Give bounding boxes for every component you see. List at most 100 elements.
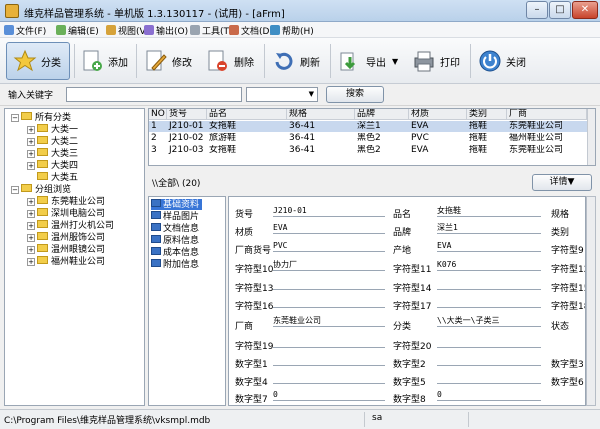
num4-field[interactable] — [273, 372, 385, 384]
name-field[interactable]: 女拖鞋 — [437, 205, 541, 217]
status-divider — [468, 412, 469, 427]
menu-tools[interactable]: 工具(T) — [190, 24, 233, 37]
field-select[interactable]: ▼ — [246, 87, 318, 102]
char17-field[interactable] — [437, 296, 541, 308]
expand-icon[interactable]: + — [27, 258, 35, 266]
grid-scrollbar[interactable] — [587, 109, 595, 165]
close-window-button[interactable]: ✕ — [572, 1, 598, 19]
expand-icon[interactable]: + — [27, 162, 35, 170]
form-scrollbar[interactable] — [586, 196, 596, 406]
search-button[interactable]: 搜索 — [326, 86, 384, 103]
detail-toggle-button[interactable]: 详情▼ — [532, 174, 592, 191]
tree-node-company[interactable]: + 东莞鞋业公司 — [27, 196, 105, 207]
char19-field[interactable] — [273, 336, 385, 348]
refresh-button[interactable]: 刷新 — [272, 42, 320, 80]
grid-header[interactable]: 品名 — [207, 109, 287, 120]
toolbar-separator — [264, 44, 265, 78]
add-button[interactable]: 添加 — [80, 42, 128, 80]
current-user: sa — [372, 413, 383, 423]
num8-field[interactable]: 0 — [437, 389, 541, 401]
toolbar-separator — [74, 44, 75, 78]
delete-button[interactable]: 删除 — [206, 42, 254, 80]
expand-icon[interactable]: + — [27, 138, 35, 146]
grid-header[interactable]: 类别 — [467, 109, 507, 120]
char16-field[interactable] — [273, 296, 385, 308]
status-divider — [364, 412, 365, 427]
output-menu-icon — [144, 25, 154, 35]
expand-icon[interactable]: + — [27, 198, 35, 206]
grid-header[interactable]: 厂商 — [507, 109, 587, 120]
tree-node-company[interactable]: + 温州打火机公司 — [27, 220, 114, 231]
tree-node-category[interactable]: + 大类二 — [27, 136, 78, 147]
brand-field[interactable]: 深兰1 — [437, 222, 541, 234]
num1-field[interactable] — [273, 354, 385, 366]
class-field[interactable]: \\大类一\子类三 — [437, 315, 541, 327]
tab-cost[interactable]: 成本信息 — [151, 247, 199, 258]
folder-icon — [21, 184, 32, 192]
tab-materials[interactable]: 原料信息 — [151, 235, 199, 246]
mfr-no-field[interactable]: PVC — [273, 240, 385, 252]
minimize-button[interactable]: – — [526, 1, 548, 19]
tree-node-group[interactable]: − 分组浏览 — [11, 184, 71, 195]
grid-header[interactable]: 货号 — [167, 109, 207, 120]
tab-icon — [151, 223, 161, 231]
print-button[interactable]: 打印 — [412, 42, 460, 80]
tab-images[interactable]: 样品图片 — [151, 211, 199, 222]
edit-menu-icon — [56, 25, 66, 35]
tree-node-category[interactable]: + 大类四 — [27, 160, 78, 171]
sample-grid: NO 货号 品名 规格 品牌 材质 类别 厂商 1 J210-01 女拖鞋 36… — [148, 108, 596, 166]
tree-node-company[interactable]: + 福州鞋业公司 — [27, 256, 105, 267]
menu-help[interactable]: 帮助(H) — [270, 24, 314, 37]
export-button[interactable]: 导出 ▼ — [338, 42, 398, 80]
origin-field[interactable]: EVA — [437, 240, 541, 252]
num7-field[interactable]: 0 — [273, 389, 385, 401]
close-button[interactable]: 关闭 — [478, 42, 526, 80]
collapse-icon[interactable]: − — [11, 114, 19, 122]
char14-field[interactable] — [437, 278, 541, 290]
grid-header[interactable]: 材质 — [409, 109, 467, 120]
folder-icon — [37, 220, 48, 228]
tree-node-company[interactable]: + 温州服饰公司 — [27, 232, 105, 243]
menu-edit[interactable]: 编辑(E) — [56, 24, 99, 37]
tree-node-company[interactable]: + 深圳电脑公司 — [27, 208, 105, 219]
item-no-field[interactable]: J210-01 — [273, 205, 385, 217]
export-dropdown-arrow[interactable]: ▼ — [392, 57, 398, 66]
folder-icon — [37, 244, 48, 252]
expand-icon[interactable]: + — [27, 126, 35, 134]
collapse-icon[interactable]: − — [11, 186, 19, 194]
char11-field[interactable]: K076 — [437, 259, 541, 271]
grid-header[interactable]: 规格 — [287, 109, 355, 120]
material-field[interactable]: EVA — [273, 222, 385, 234]
menu-file[interactable]: 文件(F) — [4, 24, 46, 37]
folder-icon — [37, 256, 48, 264]
vendor-field[interactable]: 东莞鞋业公司 — [273, 315, 385, 327]
tree-node-company[interactable]: + 温州眼镜公司 — [27, 244, 105, 255]
char20-field[interactable] — [437, 336, 541, 348]
char13-field[interactable] — [273, 278, 385, 290]
menu-output[interactable]: 输出(O) — [144, 24, 188, 37]
edit-button[interactable]: 修改 — [144, 42, 192, 80]
expand-icon[interactable]: + — [27, 222, 35, 230]
num2-field[interactable] — [437, 354, 541, 366]
tab-basic[interactable]: 基础资料 — [151, 199, 203, 210]
keyword-input[interactable] — [66, 87, 242, 102]
tree-node-category[interactable]: + 大类一 — [27, 124, 78, 135]
folder-icon — [37, 160, 48, 168]
tab-documents[interactable]: 文档信息 — [151, 223, 199, 234]
expand-icon[interactable]: + — [27, 150, 35, 158]
grid-header[interactable]: NO — [149, 109, 167, 120]
classify-button[interactable]: 分类 — [6, 42, 70, 80]
tree-node-all[interactable]: − 所有分类 — [11, 112, 71, 123]
menu-docs[interactable]: 文档(D) — [229, 24, 273, 37]
tree-node-category[interactable]: + 大类三 — [27, 148, 78, 159]
num5-field[interactable] — [437, 372, 541, 384]
menu-view[interactable]: 视图(V) — [106, 24, 149, 37]
grid-header[interactable]: 品牌 — [355, 109, 409, 120]
tree-node-category[interactable]: 大类五 — [37, 172, 78, 183]
expand-icon[interactable]: + — [27, 234, 35, 242]
char10-field[interactable]: 协力厂 — [273, 259, 385, 271]
expand-icon[interactable]: + — [27, 210, 35, 218]
tab-extra[interactable]: 附加信息 — [151, 259, 199, 270]
expand-icon[interactable]: + — [27, 246, 35, 254]
maximize-button[interactable]: □ — [549, 1, 571, 19]
